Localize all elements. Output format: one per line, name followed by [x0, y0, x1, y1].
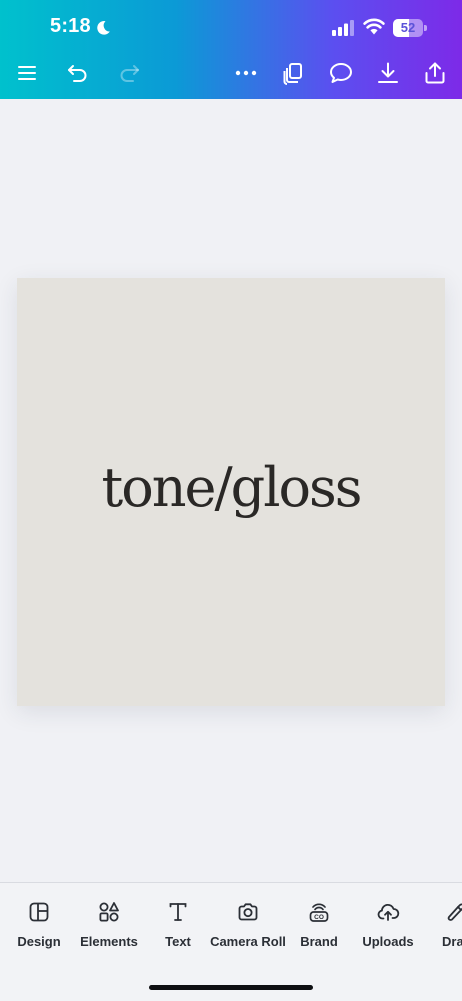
tab-elements[interactable]: Elements — [74, 883, 144, 963]
tab-brand[interactable]: CO Brand — [287, 883, 351, 963]
share-icon[interactable] — [422, 60, 448, 86]
redo-icon[interactable] — [116, 60, 142, 86]
battery-icon: 52 — [393, 19, 429, 37]
moon-icon — [95, 20, 111, 36]
tab-camera-roll-label: Camera Roll — [210, 934, 286, 949]
tab-design-label: Design — [17, 934, 61, 949]
editor-header: 5:18 52 — [0, 0, 462, 99]
wifi-icon — [363, 17, 385, 35]
undo-icon[interactable] — [65, 60, 91, 86]
design-text-tone-gloss[interactable]: tone/gloss — [17, 453, 445, 523]
battery-level: 52 — [400, 20, 416, 35]
battery-body: 52 — [393, 19, 423, 37]
design-page[interactable]: tone/gloss — [17, 278, 445, 706]
tab-camera-roll[interactable]: Camera Roll — [209, 883, 287, 963]
pages-icon[interactable] — [280, 60, 306, 86]
tab-text-label: Text — [165, 934, 191, 949]
menu-icon[interactable] — [14, 60, 40, 86]
tab-draw[interactable]: Dra — [440, 883, 462, 963]
tab-uploads[interactable]: Uploads — [351, 883, 425, 963]
shapes-icon — [97, 900, 121, 924]
svg-text:CO: CO — [314, 914, 324, 921]
tab-text[interactable]: Text — [144, 883, 212, 963]
tab-draw-label: Dra — [442, 934, 462, 949]
brand-icon: CO — [307, 900, 331, 924]
home-indicator — [149, 985, 313, 990]
text-icon — [166, 900, 190, 924]
download-icon[interactable] — [375, 60, 401, 86]
tab-uploads-label: Uploads — [362, 934, 414, 949]
cellular-signal-icon — [332, 20, 354, 36]
layout-icon — [27, 900, 51, 924]
tab-design[interactable]: Design — [4, 883, 74, 963]
cloud-upload-icon — [376, 900, 400, 924]
draw-icon — [445, 900, 462, 924]
comment-icon[interactable] — [328, 60, 354, 86]
more-options-icon[interactable] — [233, 60, 259, 86]
tab-brand-label: Brand — [300, 934, 338, 949]
battery-cap — [424, 25, 427, 31]
bottom-tab-bar: Design Elements Text Camera Roll CO Bran… — [0, 882, 462, 1001]
camera-icon — [236, 900, 260, 924]
status-time: 5:18 — [50, 15, 91, 37]
tab-elements-label: Elements — [80, 934, 138, 949]
